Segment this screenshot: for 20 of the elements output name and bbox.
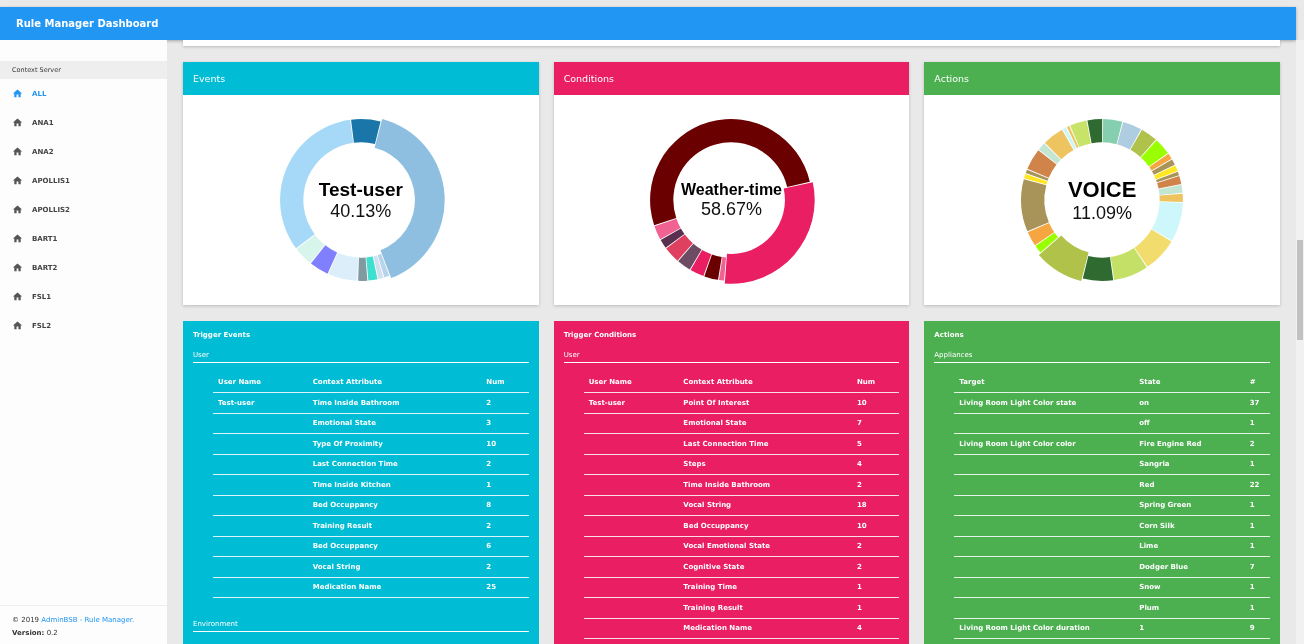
chart-center-value: 40.13% <box>330 200 392 222</box>
card-title: Actions <box>934 73 970 84</box>
home-icon <box>12 320 23 331</box>
app-title: Rule Manager Dashboard <box>16 18 159 29</box>
chart-center-label: VOICE <box>1067 176 1137 203</box>
chart-center-value: 11.09% <box>1072 202 1132 224</box>
home-icon <box>12 175 23 186</box>
card-title: Conditions <box>563 73 614 84</box>
home-icon <box>12 204 23 215</box>
home-icon <box>12 291 23 302</box>
home-icon <box>12 146 23 157</box>
chart-center-label: Weather-time <box>680 180 782 199</box>
chart-center-value: 58.67% <box>700 198 762 220</box>
card-title: Events <box>193 73 226 84</box>
chart-center-label: Test-user <box>318 178 403 201</box>
home-icon <box>12 88 23 99</box>
home-icon <box>12 262 23 273</box>
home-icon <box>12 117 23 128</box>
scrollbar[interactable] <box>1296 40 1304 644</box>
home-icon <box>12 233 23 244</box>
